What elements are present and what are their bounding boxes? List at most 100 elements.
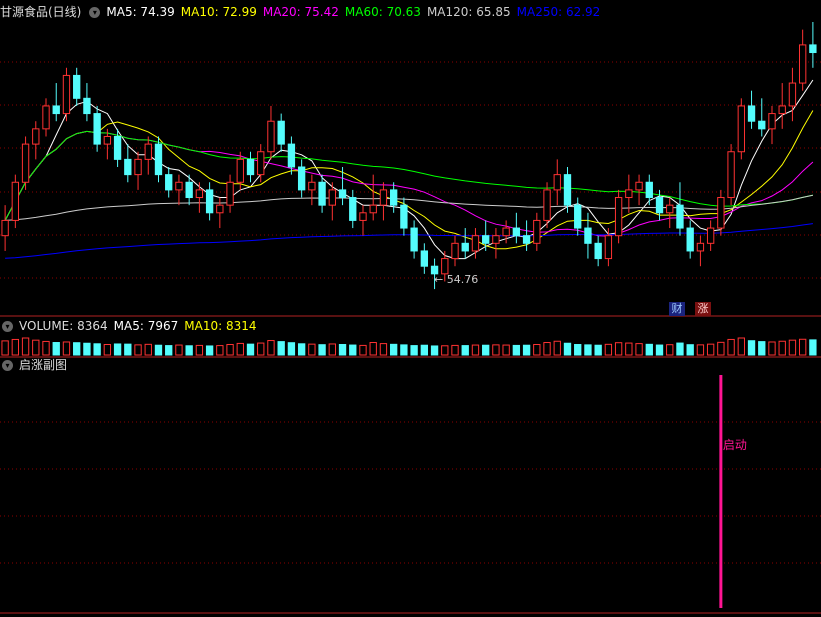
candle-body xyxy=(21,143,30,183)
candle-body xyxy=(461,242,469,252)
candle-body xyxy=(62,74,71,115)
volume-bar xyxy=(400,344,408,356)
candle-body xyxy=(134,158,142,176)
volume-bar xyxy=(369,342,377,356)
candle-body xyxy=(451,242,459,260)
volume-bar xyxy=(758,341,766,356)
volume-bar xyxy=(676,342,684,356)
volume-bar xyxy=(21,337,30,356)
candle-body xyxy=(533,219,541,244)
candle-body xyxy=(338,189,347,199)
subchart-toggle-icon[interactable]: ▾ xyxy=(2,360,13,371)
volume-bar xyxy=(226,344,234,356)
candle-body xyxy=(216,204,224,214)
volume-bar xyxy=(32,339,40,356)
candle-body xyxy=(553,174,561,191)
volume-bar xyxy=(614,342,623,356)
volume-bar xyxy=(451,344,459,356)
volume-bar xyxy=(124,343,132,356)
volume-bar xyxy=(706,343,715,356)
candle-body xyxy=(328,189,336,206)
volume-bar xyxy=(645,343,653,356)
candle-body xyxy=(594,242,602,260)
candle-body xyxy=(471,235,480,252)
candle-body xyxy=(400,204,408,229)
volume-ma10-value: MA10: 8314 xyxy=(184,319,257,333)
volume-bar xyxy=(318,344,326,356)
candle-body xyxy=(103,135,112,145)
subchart-title[interactable]: 启涨副图 xyxy=(19,358,67,372)
volume-bar xyxy=(809,339,817,356)
volume-toggle-icon[interactable]: ▾ xyxy=(2,321,13,332)
candle-body xyxy=(696,242,705,252)
candle-body xyxy=(645,181,653,199)
candle-body xyxy=(512,227,521,237)
volume-bar xyxy=(512,344,521,356)
candle-body xyxy=(563,174,572,206)
candle-body xyxy=(154,143,163,176)
stock-title[interactable]: 甘源食品(日线) xyxy=(0,5,81,19)
volume-bar xyxy=(154,344,163,356)
volume-bar xyxy=(205,345,214,356)
candle-body xyxy=(195,189,204,199)
ma5-value: MA5: 74.39 xyxy=(106,5,175,19)
candle-body xyxy=(318,181,326,206)
candle-body xyxy=(543,189,551,221)
candle-body xyxy=(798,44,807,84)
volume-bar xyxy=(62,341,71,356)
volume-bar xyxy=(471,344,480,356)
ma250-value: MA250: 62.92 xyxy=(516,5,601,19)
volume-bar xyxy=(655,344,664,356)
volume-bar xyxy=(604,343,613,356)
limit-up-badge[interactable]: 涨 xyxy=(695,302,711,316)
volume-bar xyxy=(798,338,807,356)
candle-body xyxy=(287,143,296,168)
volume-value: VOLUME: 8364 xyxy=(19,319,108,333)
volume-bar xyxy=(410,345,418,356)
volume-bar xyxy=(737,337,745,356)
volume-bar xyxy=(502,344,510,356)
volume-bar xyxy=(42,340,50,356)
grid-lines xyxy=(0,61,821,614)
candle-body xyxy=(788,82,797,107)
volume-bar xyxy=(533,344,541,356)
volume-header: ▾ VOLUME: 8364 MA5: 7967 MA10: 8314 xyxy=(0,317,821,335)
candle-body xyxy=(124,158,132,176)
volume-bar xyxy=(379,343,388,356)
candle-body xyxy=(625,189,633,199)
volume-bar xyxy=(778,340,786,356)
volume-bar xyxy=(52,342,60,356)
volume-bar xyxy=(441,345,449,356)
candle-body xyxy=(727,151,735,199)
settings-toggle-icon[interactable]: ▾ xyxy=(89,7,101,18)
volume-bar xyxy=(11,338,20,356)
volume-bar xyxy=(594,344,602,356)
finance-badge[interactable]: 财 xyxy=(669,302,685,316)
volume-bar xyxy=(574,344,582,356)
volume-bar xyxy=(267,340,275,356)
candle-body xyxy=(1,219,9,237)
candle-body xyxy=(277,120,285,145)
volume-bar xyxy=(185,345,193,356)
volume-bar xyxy=(553,340,561,356)
candle-body xyxy=(420,250,429,267)
candle-body xyxy=(267,120,275,153)
volume-bar xyxy=(134,344,142,356)
volume-bar xyxy=(338,344,347,356)
volume-bar xyxy=(93,343,101,356)
ma60-value: MA60: 70.63 xyxy=(344,5,421,19)
sub-chart-header: ▾ 启涨副图 xyxy=(0,356,821,374)
ma10-value: MA10: 72.99 xyxy=(180,5,257,19)
candle-body xyxy=(706,227,715,244)
volume-bar xyxy=(747,340,756,356)
candle-body xyxy=(635,181,643,191)
candle-body xyxy=(584,227,592,244)
volume-bar xyxy=(349,344,357,356)
candle-body xyxy=(175,181,183,191)
candle-body xyxy=(73,74,81,99)
volume-bar xyxy=(727,338,735,356)
candle-body xyxy=(522,235,531,244)
signal-bar xyxy=(719,375,723,608)
volume-bar xyxy=(297,343,306,356)
candle-body xyxy=(359,212,367,221)
